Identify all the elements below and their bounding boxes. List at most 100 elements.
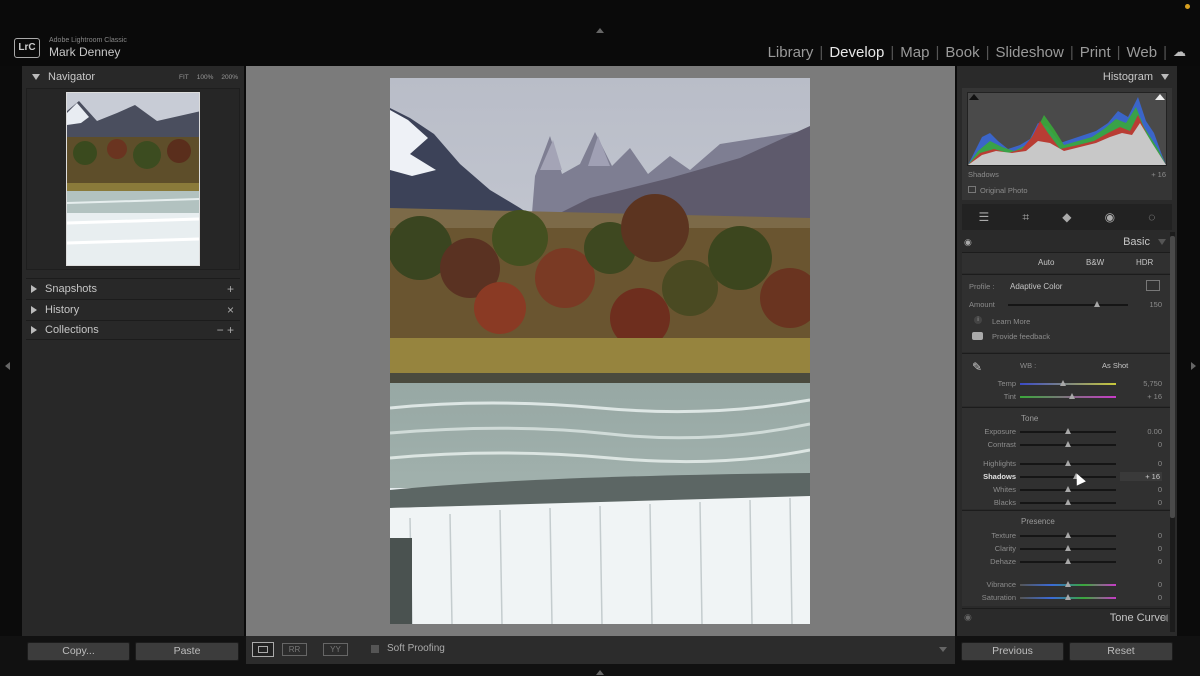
module-develop[interactable]: Develop	[823, 44, 890, 61]
module-map[interactable]: Map	[894, 44, 935, 61]
top-panel-toggle-icon[interactable]	[596, 28, 604, 33]
red-eye-icon[interactable]: ◉	[1105, 210, 1115, 224]
histogram-graph[interactable]	[967, 92, 1167, 166]
blacks-value[interactable]: 0	[1132, 498, 1162, 507]
snapshots-header[interactable]: Snapshots +	[26, 278, 240, 298]
contrast-slider-thumb[interactable]	[1065, 441, 1071, 447]
tone-header: Tone	[1021, 414, 1039, 423]
shadows-value[interactable]: + 16	[1120, 472, 1162, 481]
center-toolbar: RR YY Soft Proofing	[246, 636, 955, 664]
shadows-slider-track[interactable]	[1020, 476, 1116, 478]
right-panel-toggle-icon[interactable]	[1191, 362, 1196, 370]
highlights-value[interactable]: 0	[1132, 459, 1162, 468]
temp-slider-track[interactable]	[1020, 383, 1116, 385]
clarity-slider-thumb[interactable]	[1065, 545, 1071, 551]
highlights-slider-thumb[interactable]	[1065, 460, 1071, 466]
module-book[interactable]: Book	[939, 44, 985, 61]
amount-value[interactable]: 150	[1132, 300, 1162, 309]
hdr-button[interactable]: HDR	[1136, 258, 1153, 267]
dehaze-label: Dehaze	[990, 557, 1016, 566]
edit-sliders-icon[interactable]: ☰	[979, 210, 990, 224]
add-snapshot-icon[interactable]: +	[227, 282, 234, 296]
saturation-label: Saturation	[981, 593, 1016, 602]
tone-section: Tone Exposure 0.00 Contrast 0 Highlights 0 Sha…	[962, 407, 1172, 509]
auto-button[interactable]: Auto	[1038, 258, 1054, 267]
healing-icon[interactable]: ◆	[1062, 210, 1071, 224]
previous-button[interactable]: Previous	[961, 642, 1064, 661]
visibility-eye-icon[interactable]: ◉	[964, 612, 972, 623]
tone-curve-header[interactable]: ◉ Tone Curve	[962, 608, 1172, 626]
amount-slider-thumb[interactable]	[1093, 301, 1100, 307]
left-panel-toggle-icon[interactable]	[5, 362, 10, 370]
navigator-header[interactable]: Navigator FIT 100% 200%	[22, 67, 244, 87]
toolbar-menu-icon[interactable]	[939, 647, 947, 652]
texture-value[interactable]: 0	[1132, 531, 1162, 540]
saturation-slider-thumb[interactable]	[1065, 594, 1071, 600]
module-slideshow[interactable]: Slideshow	[989, 44, 1069, 61]
visibility-eye-icon[interactable]: ◉	[964, 237, 972, 248]
navigator-thumbnail[interactable]	[66, 92, 200, 266]
collections-actions-icon[interactable]: − +	[217, 323, 234, 337]
module-picker: Library | Develop | Map | Book | Slideshow | Print…	[762, 42, 1200, 62]
eyedropper-icon[interactable]: ✎	[972, 360, 994, 378]
contrast-value[interactable]: 0	[1132, 440, 1162, 449]
copy-button[interactable]: Copy...	[27, 642, 130, 661]
collections-header[interactable]: Collections − +	[26, 320, 240, 340]
tint-slider-thumb[interactable]	[1068, 393, 1075, 399]
whites-value[interactable]: 0	[1132, 485, 1162, 494]
dehaze-value[interactable]: 0	[1132, 557, 1162, 566]
history-label: History	[45, 303, 80, 316]
histogram-header[interactable]: Histogram	[957, 67, 1177, 87]
right-panel-scrollbar[interactable]	[1170, 232, 1175, 632]
history-header[interactable]: History ×	[26, 299, 240, 319]
temp-slider-thumb[interactable]	[1060, 380, 1067, 386]
zoom-fit[interactable]: FIT	[179, 74, 189, 81]
main-image-view[interactable]	[246, 66, 955, 636]
basic-header[interactable]: ◉ Basic	[962, 233, 1172, 251]
histogram-info-value: + 16	[1151, 170, 1166, 179]
crop-icon[interactable]: ⌗	[1022, 210, 1029, 225]
clear-history-icon[interactable]: ×	[227, 303, 234, 317]
vibrance-slider-thumb[interactable]	[1065, 581, 1071, 587]
main-photo-image	[390, 78, 810, 624]
clarity-value[interactable]: 0	[1132, 544, 1162, 553]
cloud-sync-icon[interactable]: ☁	[1167, 44, 1200, 60]
shadow-clipping-icon[interactable]	[969, 94, 979, 100]
profile-dropdown[interactable]: Adaptive Color	[1010, 282, 1062, 291]
original-photo-checkbox[interactable]	[968, 186, 976, 193]
navigator-preview-area[interactable]	[26, 88, 240, 270]
module-web[interactable]: Web	[1121, 44, 1164, 61]
tint-value[interactable]: + 16	[1132, 392, 1162, 401]
learn-more-link[interactable]: Learn More	[992, 317, 1030, 326]
masking-icon[interactable]: ◌	[1148, 210, 1155, 224]
blacks-slider-thumb[interactable]	[1065, 499, 1071, 505]
zoom-100[interactable]: 100%	[197, 74, 214, 81]
exposure-value[interactable]: 0.00	[1132, 427, 1162, 436]
provide-feedback-link[interactable]: Provide feedback	[992, 332, 1050, 341]
filmstrip-toggle-icon[interactable]	[596, 670, 604, 675]
before-after-lr-icon[interactable]: RR	[282, 643, 307, 656]
module-print[interactable]: Print	[1074, 44, 1117, 61]
amount-slider-track[interactable]	[1008, 304, 1128, 306]
exposure-slider-thumb[interactable]	[1065, 428, 1071, 434]
module-library[interactable]: Library	[762, 44, 820, 61]
main-photo[interactable]	[390, 78, 810, 624]
vibrance-value[interactable]: 0	[1132, 580, 1162, 589]
paste-button[interactable]: Paste	[135, 642, 239, 661]
highlight-clipping-icon[interactable]	[1155, 94, 1165, 100]
scrollbar-thumb[interactable]	[1170, 236, 1175, 518]
bw-button[interactable]: B&W	[1086, 258, 1104, 267]
texture-slider-thumb[interactable]	[1065, 532, 1071, 538]
temp-value[interactable]: 5,750	[1132, 379, 1162, 388]
soft-proofing-checkbox[interactable]	[371, 645, 379, 653]
whites-slider-thumb[interactable]	[1065, 486, 1071, 492]
wb-dropdown[interactable]: As Shot	[1102, 361, 1128, 370]
profile-browser-icon[interactable]	[1146, 280, 1160, 291]
before-after-tb-icon[interactable]: YY	[323, 643, 348, 656]
zoom-200[interactable]: 200%	[221, 74, 238, 81]
shadows-label: Shadows	[983, 472, 1016, 481]
saturation-value[interactable]: 0	[1132, 593, 1162, 602]
loupe-view-icon[interactable]	[252, 642, 274, 657]
reset-button[interactable]: Reset	[1069, 642, 1173, 661]
dehaze-slider-thumb[interactable]	[1065, 558, 1071, 564]
